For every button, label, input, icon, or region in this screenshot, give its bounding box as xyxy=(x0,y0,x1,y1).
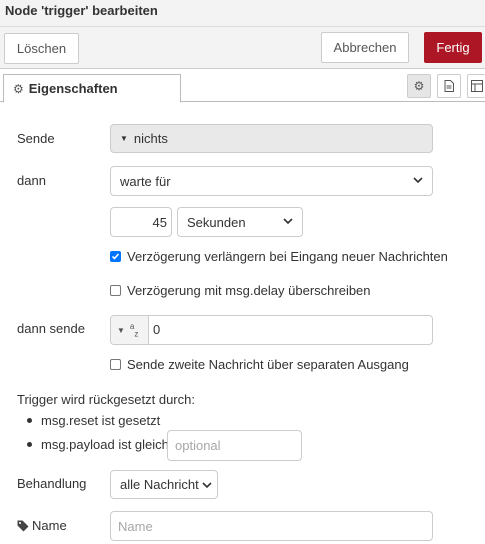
reset-item-payload: msg.payload ist gleich xyxy=(27,437,169,452)
units-select[interactable]: Sekunden xyxy=(177,207,303,237)
send-label: Sende xyxy=(17,131,55,146)
duration-input[interactable]: 45 xyxy=(110,207,172,237)
name-placeholder: Name xyxy=(118,518,153,534)
extend-delay-label: Verzögerung verlängern bei Eingang neuer… xyxy=(127,249,448,264)
chevron-down-icon xyxy=(202,482,212,489)
then-label: dann xyxy=(17,173,46,188)
reset-payload-input[interactable]: optional xyxy=(167,430,302,461)
then-value: warte für xyxy=(120,173,171,189)
second-output-option[interactable]: Sende zweite Nachricht über separaten Au… xyxy=(110,357,409,372)
caret-down-icon: ▼ xyxy=(117,325,125,335)
gear-icon: ⚙ xyxy=(413,79,425,93)
tab-properties[interactable]: ⚙ Eigenschaften xyxy=(3,74,181,103)
send-type-value: nichts xyxy=(133,131,168,146)
reset-heading: Trigger wird rückgesetzt durch: xyxy=(17,392,195,407)
tab-properties-label: Eigenschaften xyxy=(28,81,118,96)
then-select[interactable]: warte für xyxy=(110,166,433,196)
extend-delay-checkbox[interactable] xyxy=(110,251,121,262)
reset-payload-placeholder: optional xyxy=(175,438,221,453)
second-output-checkbox[interactable] xyxy=(110,359,121,370)
duration-value: 45 xyxy=(152,214,167,230)
string-type-icon: az xyxy=(129,321,139,339)
settings-tab-button[interactable]: ⚙ xyxy=(407,74,431,98)
name-input[interactable]: Name xyxy=(110,511,433,541)
reset-item-1-label: msg.reset ist gesetzt xyxy=(41,413,161,428)
cancel-button[interactable]: Abbrechen xyxy=(321,32,409,63)
handling-select[interactable]: alle Nachricht xyxy=(110,470,218,499)
then-send-typed-input[interactable]: ▼ az 0 xyxy=(110,315,433,345)
gear-icon: ⚙ xyxy=(13,81,24,96)
handling-value: alle Nachricht xyxy=(120,477,199,492)
dialog-toolbar: Löschen Abbrechen Fertig xyxy=(0,27,485,69)
dialog-titlebar: Node 'trigger' bearbeiten xyxy=(0,0,485,27)
done-button[interactable]: Fertig xyxy=(424,32,482,63)
then-send-value: 0 xyxy=(153,322,161,337)
then-send-label: dann sende xyxy=(17,321,85,336)
document-icon xyxy=(444,80,454,92)
chevron-down-icon xyxy=(283,218,293,225)
reset-item-2-label: msg.payload ist gleich xyxy=(41,437,169,452)
override-delay-label: Verzögerung mit msg.delay überschreiben xyxy=(127,283,371,298)
bullet-icon xyxy=(27,418,32,423)
name-label-group: Name xyxy=(17,518,67,533)
extend-delay-option[interactable]: Verzögerung verlängern bei Eingang neuer… xyxy=(110,249,448,264)
reset-item-reset: msg.reset ist gesetzt xyxy=(27,413,160,428)
tag-icon xyxy=(17,520,29,531)
dialog-title: Node 'trigger' bearbeiten xyxy=(5,3,158,18)
layout-icon xyxy=(470,80,483,92)
appearance-tab-button[interactable] xyxy=(467,74,485,98)
handling-label: Behandlung xyxy=(17,476,87,491)
description-tab-button[interactable] xyxy=(437,74,461,98)
tabs-bar: ⚙ Eigenschaften ⚙ xyxy=(0,70,485,103)
override-delay-option[interactable]: Verzögerung mit msg.delay überschreiben xyxy=(110,283,371,298)
send-type-select[interactable]: ▼ nichts xyxy=(110,124,433,153)
then-send-type-button[interactable]: ▼ az xyxy=(111,316,149,344)
delete-button[interactable]: Löschen xyxy=(4,33,79,64)
chevron-down-icon xyxy=(413,177,423,184)
checkmark-icon xyxy=(111,253,120,260)
name-label: Name xyxy=(32,518,67,533)
caret-down-icon: ▼ xyxy=(120,134,128,143)
units-value: Sekunden xyxy=(187,214,246,230)
bullet-icon xyxy=(27,442,32,447)
override-delay-checkbox[interactable] xyxy=(110,285,121,296)
second-output-label: Sende zweite Nachricht über separaten Au… xyxy=(127,357,409,372)
